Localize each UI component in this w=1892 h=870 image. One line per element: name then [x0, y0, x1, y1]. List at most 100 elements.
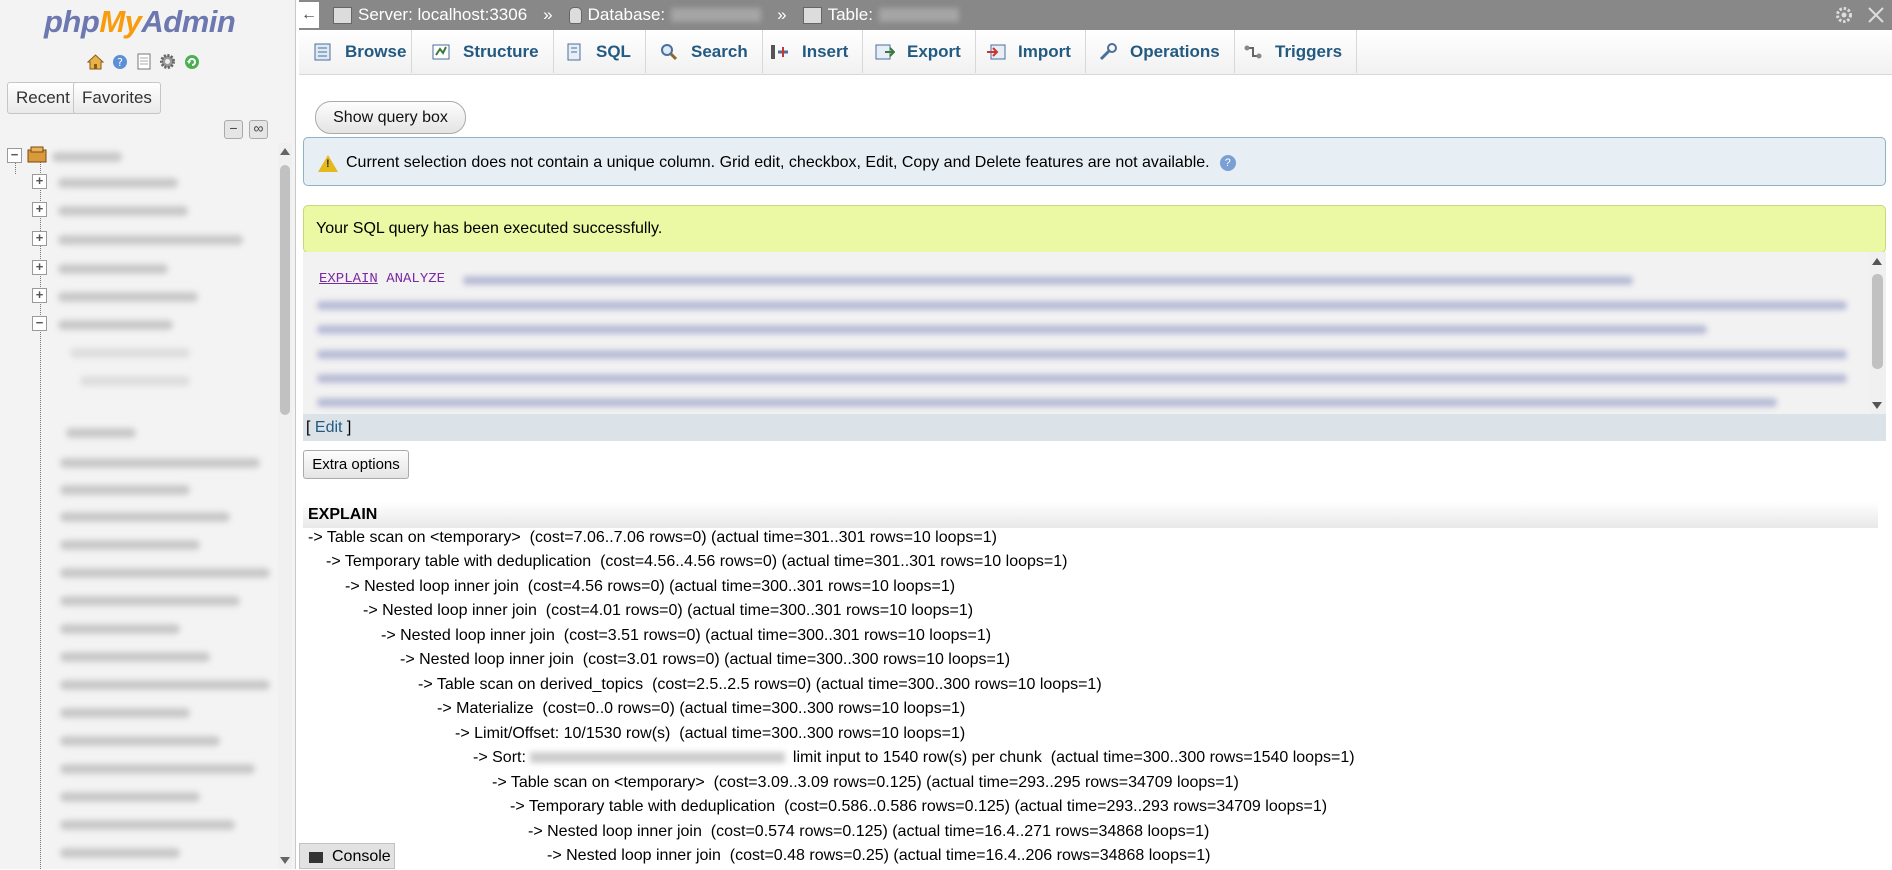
main-content: Show query box ! Current selection does … [303, 74, 1888, 869]
browse-icon [313, 43, 333, 61]
sql-keywords: EXPLAIN ANALYZE [319, 271, 446, 287]
tree-expand-toggle[interactable]: + [32, 288, 47, 303]
settings-icon[interactable] [158, 52, 177, 71]
tree-expand-toggle[interactable]: + [32, 174, 47, 189]
breadcrumb-server[interactable]: Server: localhost:3306 [358, 0, 527, 30]
server-collapse-toggle[interactable]: − [7, 148, 22, 163]
explain-row: -> Table scan on derived_topics (cost=2.… [418, 676, 1102, 693]
explain-row: -> Table scan on <temporary> (cost=7.06.… [308, 529, 997, 546]
scroll-up-arrow[interactable] [280, 148, 290, 155]
operations-icon [1098, 42, 1118, 61]
scroll-down-arrow[interactable] [280, 857, 290, 864]
phpmyadmin-logo[interactable]: phpMyAdmin [44, 4, 236, 40]
notice-message: ! Current selection does not contain a u… [303, 137, 1886, 186]
sql-query-display: EXPLAIN ANALYZE [303, 252, 1886, 415]
tree-item-hidden [60, 485, 190, 495]
import-icon [986, 43, 1006, 61]
explain-row: -> Nested loop inner join (cost=3.51 row… [381, 627, 992, 644]
tree-item-hidden [58, 178, 178, 188]
sql-line-hidden [317, 398, 1777, 407]
tree-item-hidden [60, 540, 200, 550]
explain-row-sort: -> Sort: limit input to 1540 row(s) per c… [473, 749, 1355, 766]
tab-structure[interactable]: Structure [417, 30, 554, 73]
tree-item-hidden [60, 652, 210, 662]
tree-expand-toggle[interactable]: + [32, 202, 47, 217]
documentation-icon[interactable] [134, 52, 153, 71]
tree-item-hidden [60, 848, 180, 858]
tree-item-hidden [58, 292, 198, 302]
tab-import[interactable]: Import [972, 30, 1086, 73]
tab-triggers[interactable]: Triggers [1229, 30, 1358, 73]
scrollbar-thumb[interactable] [1872, 274, 1883, 369]
tab-operations[interactable]: Operations [1084, 30, 1235, 73]
tab-export[interactable]: Export [861, 30, 976, 73]
table-tabs: Browse Structure SQL Search Insert Expor… [299, 30, 1892, 75]
sql-line-hidden [317, 350, 1847, 359]
insert-icon [770, 43, 790, 61]
breadcrumb-bar: ← Server: localhost:3306 » Database: » T… [299, 0, 1892, 30]
export-icon [875, 43, 896, 61]
tree-item-hidden [70, 348, 190, 358]
link-with-main-button[interactable]: ∞ [249, 120, 268, 139]
explain-row: -> Limit/Offset: 10/1530 row(s) (actual … [455, 725, 966, 742]
explain-row: -> Nested loop inner join (cost=0.574 ro… [528, 823, 1210, 840]
recent-button[interactable]: Recent [7, 82, 79, 114]
tab-search[interactable]: Search [645, 30, 763, 73]
help-icon[interactable]: ? [110, 52, 129, 71]
database-icon [568, 6, 582, 24]
show-query-box-button[interactable]: Show query box [315, 101, 466, 134]
tree-item-hidden [60, 708, 190, 718]
tree-item-hidden [60, 458, 260, 468]
tab-insert[interactable]: Insert [756, 30, 864, 73]
tree-item-hidden [58, 264, 168, 274]
sort-key-hidden [529, 752, 785, 764]
table-icon [802, 6, 822, 24]
explain-column-header[interactable]: EXPLAIN [303, 502, 1878, 528]
tree-item-hidden [60, 820, 235, 830]
database-icon [27, 146, 47, 169]
collapse-all-button[interactable]: − [224, 120, 243, 139]
navigation-scrollbar[interactable] [278, 143, 292, 869]
table-name-hidden [878, 8, 959, 22]
sql-scrollbar[interactable] [1869, 252, 1886, 415]
database-name-hidden [671, 8, 762, 22]
help-icon[interactable]: ? [1219, 154, 1236, 171]
collapse-navigation-button[interactable]: ← [299, 2, 319, 28]
extra-options-button[interactable]: Extra options [303, 450, 409, 479]
breadcrumb-separator: » [777, 5, 787, 24]
database-tree: − + + + + + − [0, 140, 276, 869]
tree-item-hidden [58, 235, 243, 245]
tree-item-hidden [58, 320, 173, 330]
structure-icon [431, 43, 451, 61]
nav-icon-bar: ? [86, 52, 201, 71]
warning-icon-mark: ! [326, 158, 330, 170]
tree-expand-toggle[interactable]: + [32, 260, 47, 275]
scrollbar-thumb[interactable] [280, 165, 290, 415]
tree-item-hidden [60, 736, 220, 746]
tree-item-hidden [58, 206, 188, 216]
sql-line-hidden [317, 301, 1847, 310]
breadcrumb-table[interactable]: Table: [828, 0, 873, 30]
reload-icon[interactable] [182, 52, 201, 71]
breadcrumb-database[interactable]: Database: [588, 0, 666, 30]
home-icon[interactable] [86, 52, 105, 71]
tree-item-hidden [60, 680, 270, 690]
tab-sql[interactable]: SQL [550, 30, 646, 73]
navigation-panel: phpMyAdmin ? Recent Favorites − ∞ − + + … [0, 0, 296, 869]
tab-browse[interactable]: Browse [299, 30, 412, 73]
console-toggle[interactable]: Console [299, 843, 395, 869]
tree-expand-toggle[interactable]: + [32, 231, 47, 246]
tree-item-hidden [60, 792, 200, 802]
tree-collapse-toggle[interactable]: − [32, 316, 47, 331]
explain-row: -> Nested loop inner join (cost=4.01 row… [363, 602, 974, 619]
explain-row: -> Nested loop inner join (cost=0.48 row… [547, 847, 1211, 864]
scroll-up-arrow[interactable] [1872, 258, 1882, 265]
console-icon [309, 852, 323, 863]
triggers-icon [1243, 43, 1263, 61]
favorites-button[interactable]: Favorites [73, 82, 161, 114]
scroll-down-arrow[interactable] [1872, 402, 1882, 409]
explain-row: -> Temporary table with deduplication (c… [510, 798, 1328, 815]
tree-item-hidden [60, 624, 180, 634]
tree-item-hidden [60, 512, 230, 522]
edit-query-link[interactable]: Edit [315, 419, 343, 436]
